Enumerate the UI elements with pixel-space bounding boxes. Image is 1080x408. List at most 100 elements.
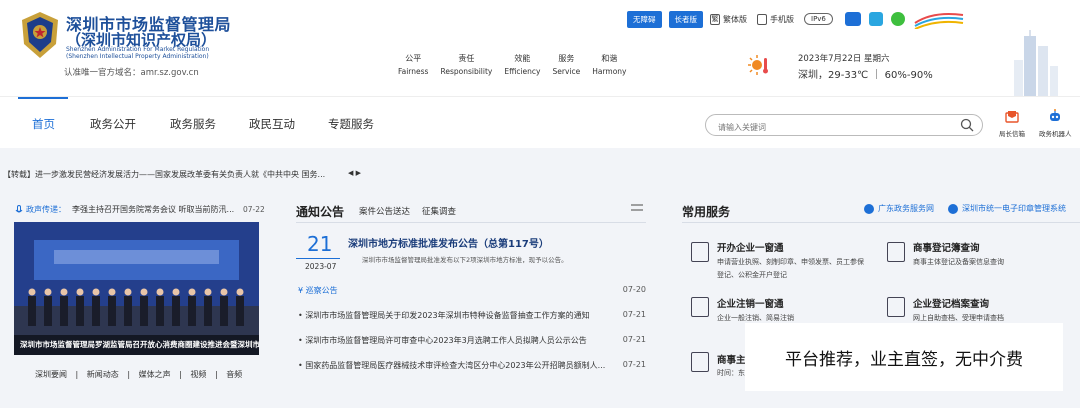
service-registry-query[interactable]: 商事登记簿查询 [913, 240, 980, 254]
ipv6-badge: IPv6 [804, 13, 833, 25]
search-input[interactable] [706, 117, 946, 138]
featured-notice-title[interactable]: 深圳市地方标准批准发布公告（总第117号） [348, 235, 549, 250]
photo-caption[interactable]: 深圳市市场监督管理局罗湖监管局召开放心消费商圈建设推进会暨深圳市人民市... [14, 335, 259, 355]
accessible-mode-button[interactable]: 无障碍 [627, 10, 662, 28]
shenzhen-brand-logo [914, 13, 964, 29]
featured-notice-desc: 深圳市市场监督管理局批准发布以下2项深圳市地方标准，现予以公告。 [362, 256, 568, 264]
cancel-business-icon [691, 297, 709, 317]
nav-active-indicator [18, 97, 68, 99]
org-name-en: Shenzhen Administration For Market Regul… [66, 46, 210, 53]
notice-row-title: • 国家药品监督管理局医疗器械技术审评检查大湾区分中心2023年公开招聘员额制人… [298, 361, 606, 370]
user-icon [948, 203, 958, 214]
divider [296, 222, 646, 223]
director-mailbox-button[interactable]: 局长信箱 [999, 108, 1025, 138]
weather-info: 深圳，29-33℃ ｜ 60%-90% [798, 70, 933, 81]
mobile-version-link[interactable]: 手机版 [757, 13, 794, 25]
e-seal-system-link[interactable]: 深圳市统一电子印章管理系统 [948, 203, 1066, 214]
service-archive-query[interactable]: 企业登记档案查询 [913, 296, 989, 310]
service-open-business[interactable]: 开办企业一窗通 [717, 240, 784, 254]
more-menu-icon[interactable] [630, 203, 644, 213]
value-item: 责任 Responsibility [440, 54, 493, 76]
top-toolbar: 无障碍 长者版 繁繁体版 手机版 IPv6 [627, 10, 965, 29]
link-audio[interactable]: 音频 [226, 370, 242, 379]
notice-row[interactable]: • 深圳市市场监督管理局关于印发2023年深圳市特种设备监督抽查工作方案的通知 … [298, 310, 646, 321]
gov-feed-link[interactable]: 李强主持召开国务院常务会议 听取当前防汛... [72, 204, 237, 215]
value-item: 服务 Service [552, 54, 581, 76]
tab-case-notice[interactable]: 案件公告送达 [359, 205, 410, 217]
org-name-en-secondary: (Shenzhen Intellectual Property Administ… [66, 53, 209, 60]
guangdong-gov-service-link[interactable]: 广东政务服务网 [864, 203, 934, 214]
service-open-business-desc: 申请营业执照、刻制印章、申领发票、员工参保登记、公积金开户登记 [717, 258, 864, 279]
notice-row-title: • 深圳市市场监督管理局关于印发2023年深圳市特种设备监督抽查工作方案的通知 [298, 311, 590, 320]
services-panel-title: 常用服务 [682, 205, 731, 219]
notice-row[interactable]: • 深圳市市场监督管理局许可审查中心2023年3月选聘工作人员拟聘人员公示公告 … [298, 335, 646, 346]
robot-icon [1050, 109, 1061, 121]
nav-item-topics[interactable]: 专题服务 [328, 116, 374, 132]
mailbox-icon [1005, 111, 1019, 123]
gov-service-icon [864, 203, 874, 214]
notice-row[interactable]: ¥ 巡察公告 07-20 [298, 285, 646, 296]
official-domain-note: 认准唯一官方域名：amr.sz.gov.cn [64, 68, 199, 78]
promo-overlay: 平台推荐，业主直签，无中介费 [745, 323, 1063, 391]
value-item: 效能 Efficiency [504, 54, 541, 76]
traditional-chinese-link[interactable]: 繁繁体版 [710, 13, 747, 25]
news-category-links: 深圳要闻 | 新闻动态 | 媒体之声 | 视频 | 音频 [35, 369, 248, 380]
search-icon[interactable] [960, 118, 974, 132]
nav-item-gov-services[interactable]: 政务服务 [170, 116, 216, 132]
service-close-business[interactable]: 企业注销一窗通 [717, 296, 784, 310]
building-illustration-icon [1014, 30, 1058, 96]
site-header: 深圳市市场监督管理局 （深圳市知识产权局） Shenzhen Administr… [0, 0, 1080, 96]
news-photo-carousel[interactable]: 深圳市市场监督管理局罗湖监管局召开放心消费商圈建设推进会暨深圳市人民市... [14, 222, 259, 355]
link-sz-news[interactable]: 深圳要闻 [35, 370, 67, 379]
tab-survey[interactable]: 征集调查 [422, 205, 456, 217]
document-icon [691, 242, 709, 262]
notice-row-date: 07-21 [622, 360, 646, 369]
link-media[interactable]: 媒体之声 [139, 370, 171, 379]
search-box [705, 114, 983, 138]
core-values: 公平 Fairness 责任 Responsibility 效能 Efficiency… [398, 52, 638, 78]
sunny-weather-icon [748, 55, 768, 75]
notice-row-title: • 深圳市市场监督管理局许可审查中心2023年3月选聘工作人员拟聘人员公示公告 [298, 336, 587, 345]
separator: | [179, 370, 182, 379]
bookmark-icon: ¥ [298, 286, 304, 295]
business-entity-icon [691, 352, 709, 372]
featured-day: 21 [307, 232, 333, 256]
separator: | [127, 370, 131, 379]
news-ticker[interactable]: 【转载】进一步激发民营经济发展活力——国家发展改革委有关负责人就《中共中央 国务… [3, 169, 325, 180]
value-item: 公平 Fairness [398, 54, 429, 76]
phone-icon [757, 13, 767, 25]
registry-search-icon [887, 242, 905, 262]
link-video[interactable]: 视频 [190, 370, 206, 379]
microphone-icon [15, 204, 23, 212]
notice-row[interactable]: • 国家药品监督管理局医疗器械技术审评检查大湾区分中心2023年公开招聘员额制人… [298, 360, 646, 371]
date-divider [296, 258, 340, 259]
notice-row-date: 07-21 [622, 310, 646, 319]
wechat-icon[interactable] [890, 12, 905, 26]
archive-search-icon [887, 297, 905, 317]
nav-item-interaction[interactable]: 政民互动 [249, 116, 295, 132]
gov-feed-label: 政声传递： [26, 205, 66, 214]
link-news-updates[interactable]: 新闻动态 [87, 370, 119, 379]
gov-feed: 政声传递： 李强主持召开国务院常务会议 听取当前防汛... 07-22 [14, 204, 265, 215]
traditional-icon: 繁 [710, 13, 720, 25]
notice-panel-title[interactable]: 通知公告 [296, 203, 344, 220]
notice-row-date: 07-20 [622, 285, 646, 294]
divider [682, 222, 1080, 223]
gov-robot-button[interactable]: 政务机器人 [1039, 108, 1072, 138]
weibo-icon[interactable] [868, 12, 883, 26]
service-business-entity[interactable]: 商事主 [717, 352, 746, 366]
value-item: 和谐 Harmony [592, 54, 627, 76]
app-icon[interactable] [844, 12, 861, 26]
featured-year-month: 2023-07 [305, 262, 337, 271]
ticker-controls[interactable]: ◀ ▶ [348, 169, 361, 177]
separator: | [214, 370, 218, 379]
gov-feed-date: 07-22 [243, 205, 265, 214]
nav-item-home[interactable]: 首页 [32, 116, 55, 132]
elder-mode-button[interactable]: 长者版 [668, 10, 703, 28]
weather-date: 2023年7月22日 星期六 [798, 54, 890, 64]
notice-row-title: ¥ 巡察公告 [298, 286, 338, 295]
nav-item-gov-affairs-open[interactable]: 政务公开 [90, 116, 136, 132]
separator: | [75, 370, 79, 379]
police-emblem-icon [22, 12, 58, 58]
service-registry-query-desc: 商事主体登记及备案信息查询 [913, 258, 1004, 266]
